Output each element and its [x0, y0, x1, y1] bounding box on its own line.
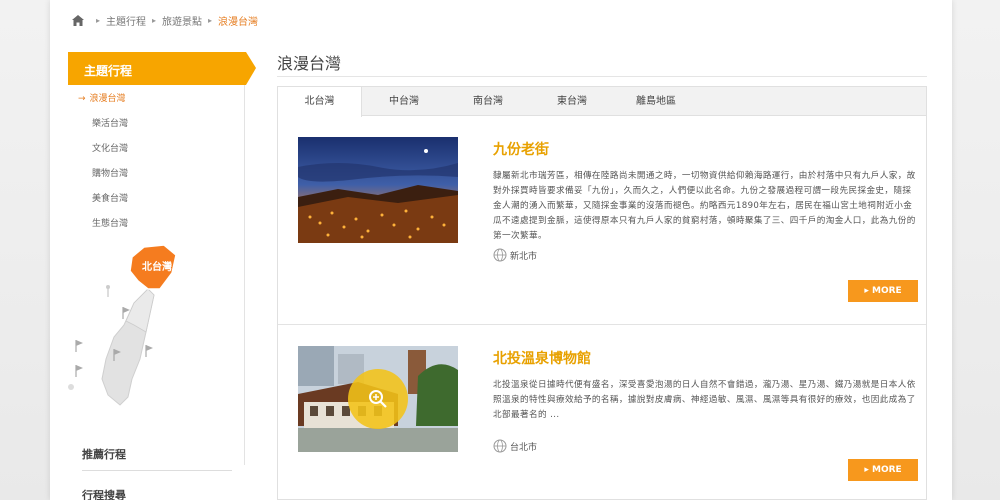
breadcrumb-separator: ▸ — [208, 15, 213, 25]
itinerary-search-link[interactable]: 行程搜尋 — [82, 485, 232, 500]
sidebar-item-lohas[interactable]: 樂活台灣 — [68, 117, 128, 142]
more-button[interactable]: ▸ MORE — [848, 280, 918, 302]
chevron-right-icon: ▸ — [864, 286, 869, 296]
more-button-label: MORE — [871, 286, 902, 296]
content-panel: 北台灣 中台灣 南台灣 東台灣 離島地區 九份老街 隸屬新北市瑞芳區，相傳在陸路… — [277, 86, 927, 500]
region-tabs: 北台灣 中台灣 南台灣 東台灣 離島地區 — [278, 87, 926, 117]
zoom-overlay[interactable] — [348, 369, 408, 429]
sidebar-item-food[interactable]: 美食台灣 — [68, 192, 128, 217]
chevron-right-icon: ▸ — [864, 465, 869, 475]
breadcrumb-separator: ▸ — [152, 15, 157, 25]
map-pin-icon — [145, 345, 153, 357]
attraction-item: 九份老街 隸屬新北市瑞芳區，相傳在陸路尚未開通之時，一切物資供給仰賴海路運行，由… — [278, 117, 926, 325]
tab-north[interactable]: 北台灣 — [278, 87, 362, 117]
attraction-image[interactable] — [298, 137, 458, 243]
attraction-description: 北投溫泉從日據時代便有盛名，深受喜愛泡湯的日人自然不會錯過，瀧乃湯、星乃湯、鐵乃… — [493, 380, 916, 420]
page-container: ▸ 主題行程 ▸ 旅遊景點 ▸ 浪漫台灣 主題行程 → 浪漫台灣 樂活台灣 文化台… — [50, 0, 952, 500]
recommended-itinerary-link[interactable]: 推薦行程 — [82, 444, 232, 478]
location-label: 台北市 — [510, 442, 538, 453]
divider — [277, 76, 927, 77]
map-pin-icon — [75, 365, 83, 377]
attraction-description: 隸屬新北市瑞芳區，相傳在陸路尚未開通之時，一切物資供給仰賴海路運行，由於村落中只… — [493, 171, 916, 241]
map-pin-icon — [75, 340, 83, 352]
sidebar-item-label: 浪漫台灣 — [89, 94, 126, 104]
attraction-image[interactable] — [298, 346, 458, 452]
breadcrumb: ▸ 主題行程 ▸ 旅遊景點 ▸ 浪漫台灣 — [72, 12, 258, 28]
sidebar-item-label: 生態台灣 — [92, 219, 129, 229]
attraction-title[interactable]: 北投溫泉博物館 — [493, 348, 591, 368]
location-label: 新北市 — [510, 251, 538, 262]
sidebar-item-label: 美食台灣 — [92, 194, 129, 204]
globe-icon — [493, 248, 507, 262]
tab-islands[interactable]: 離島地區 — [614, 87, 698, 116]
breadcrumb-current: 浪漫台灣 — [218, 16, 259, 28]
sidebar-item-culture[interactable]: 文化台灣 — [68, 142, 128, 167]
sidebar-item-shopping[interactable]: 購物台灣 — [68, 167, 128, 192]
tab-south[interactable]: 南台灣 — [446, 87, 530, 116]
map-pin-icon — [106, 285, 110, 297]
more-button[interactable]: ▸ MORE — [848, 459, 918, 481]
breadcrumb-item[interactable]: 主題行程 — [106, 13, 146, 28]
globe-icon — [493, 439, 507, 453]
more-button-label: MORE — [871, 465, 902, 475]
attraction-location: 台北市 — [493, 439, 537, 453]
sidebar: 主題行程 → 浪漫台灣 樂活台灣 文化台灣 購物台灣 美食台灣 生態台灣 北台灣 … — [68, 52, 256, 500]
taiwan-map[interactable]: 北台灣 — [68, 237, 198, 407]
sidebar-item-label: 樂活台灣 — [92, 119, 129, 129]
attraction-title[interactable]: 九份老街 — [493, 139, 549, 159]
sidebar-heading: 主題行程 — [68, 52, 256, 85]
sidebar-item-label: 購物台灣 — [92, 169, 129, 179]
sidebar-menu: → 浪漫台灣 樂活台灣 文化台灣 購物台灣 美食台灣 生態台灣 — [68, 92, 128, 242]
page-title: 浪漫台灣 — [277, 54, 342, 73]
attraction-location: 新北市 — [493, 248, 537, 262]
breadcrumb-separator: ▸ — [96, 15, 101, 25]
home-icon[interactable] — [72, 14, 84, 26]
breadcrumb-item[interactable]: 旅遊景點 — [162, 13, 202, 28]
tab-east[interactable]: 東台灣 — [530, 87, 614, 116]
sidebar-bottom-links: 推薦行程 行程搜尋 — [82, 444, 232, 500]
arrow-right-icon: → — [78, 94, 86, 104]
sidebar-divider — [244, 85, 245, 465]
map-region-label: 北台灣 — [142, 260, 172, 273]
divider — [82, 470, 232, 471]
attraction-item: 北投溫泉博物館 北投溫泉從日據時代便有盛名，深受喜愛泡湯的日人自然不會錯過，瀧乃… — [278, 326, 926, 500]
sidebar-item-romantic[interactable]: → 浪漫台灣 — [68, 92, 128, 117]
island-marker — [68, 384, 74, 390]
tab-central[interactable]: 中台灣 — [362, 87, 446, 116]
sidebar-item-label: 文化台灣 — [92, 144, 129, 154]
